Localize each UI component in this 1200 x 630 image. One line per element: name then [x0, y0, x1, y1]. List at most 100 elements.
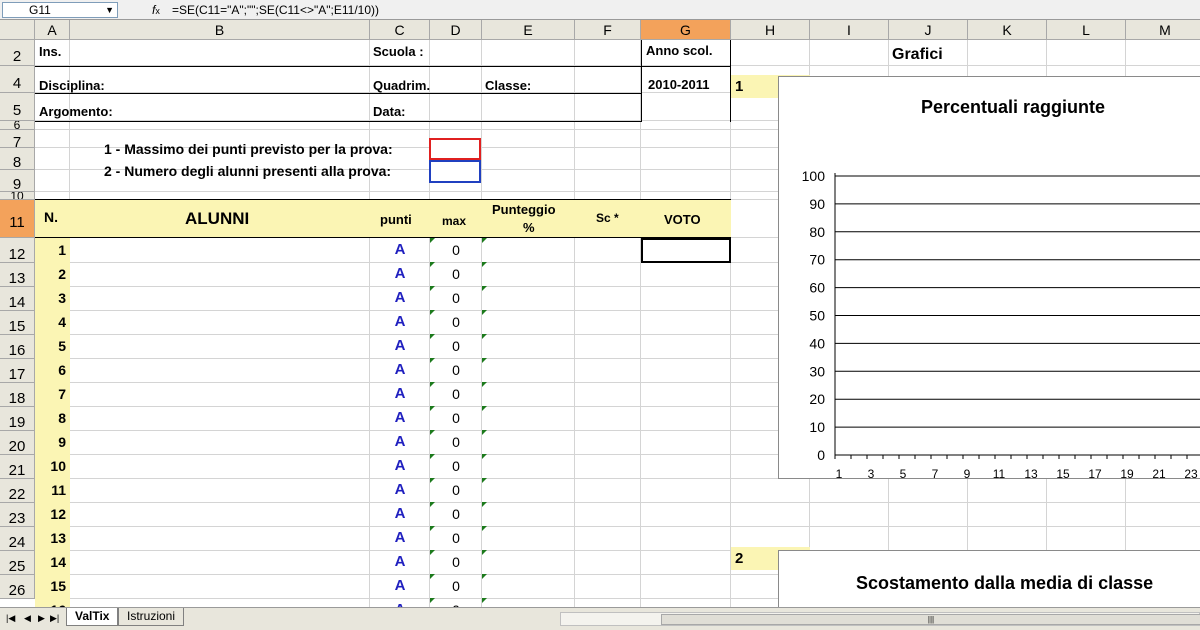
row-header[interactable]: 2 [0, 40, 35, 66]
row-header[interactable]: 8 [0, 148, 35, 170]
row-header[interactable]: 5 [0, 93, 35, 121]
column-header[interactable]: F [575, 20, 641, 40]
comment-indicator-icon [430, 310, 435, 315]
chevron-down-icon[interactable]: ▼ [105, 3, 114, 17]
punti-cell[interactable]: A [370, 454, 430, 478]
punti-cell[interactable]: A [370, 406, 430, 430]
max-cell: 0 [452, 434, 460, 450]
spreadsheet-grid[interactable]: ABCDEFGHIJKLM 2 4 5 6 7 8 9 10 11 12 13 14 15 16 17 18 1… [0, 20, 1200, 607]
punti-cell[interactable]: A [370, 478, 430, 502]
column-header[interactable]: I [810, 20, 889, 40]
tab-valtix[interactable]: ValTix [66, 608, 119, 626]
row-header[interactable]: 10 [0, 192, 35, 200]
row-header[interactable]: 15 [0, 311, 35, 335]
column-header[interactable]: K [968, 20, 1047, 40]
scrollbar-thumb[interactable]: ||| [661, 614, 1200, 625]
numero-input[interactable] [429, 160, 481, 183]
grafici-label: Grafici [892, 46, 943, 63]
column-header[interactable]: M [1126, 20, 1200, 40]
column-header[interactable]: G [641, 20, 731, 40]
comment-indicator-icon [430, 406, 435, 411]
max-cell: 0 [452, 290, 460, 306]
column-header[interactable]: D [430, 20, 482, 40]
student-number: 12 [35, 502, 70, 526]
name-box[interactable]: G11 ▼ [2, 2, 118, 18]
student-number: 7 [35, 382, 70, 406]
row-header[interactable]: 24 [0, 527, 35, 551]
row-header[interactable]: 12 [0, 238, 35, 263]
punti-cell[interactable]: A [370, 358, 430, 382]
chart-percentuali[interactable]: Percentuali raggiunte 0 10 20 30 40 50 60 70 80 9… [778, 76, 1200, 480]
next-sheet-icon[interactable]: ▶ [38, 613, 45, 624]
column-header[interactable]: H [731, 20, 810, 40]
row-header[interactable]: 7 [0, 130, 35, 148]
row-header[interactable]: 13 [0, 263, 35, 287]
max-cell: 0 [452, 386, 460, 402]
formula-bar: G11 ▼ fx =SE(C11="A";"";SE(C11<>"A";E11/… [0, 0, 1200, 20]
row-header[interactable]: 11 [0, 200, 35, 238]
chart-scostamento[interactable]: Scostamento dalla media di classe [778, 550, 1200, 607]
row-header[interactable]: 17 [0, 359, 35, 383]
column-header[interactable]: C [370, 20, 430, 40]
first-sheet-icon[interactable]: |◀ [6, 613, 15, 624]
punti-cell[interactable]: A [370, 430, 430, 454]
student-number: 9 [35, 430, 70, 454]
punti-cell[interactable]: A [370, 262, 430, 286]
last-sheet-icon[interactable]: ▶| [50, 613, 59, 624]
comment-indicator-icon [430, 550, 435, 555]
row-header[interactable]: 18 [0, 383, 35, 407]
header-voto: VOTO [664, 212, 701, 227]
x-tick-label: 7 [932, 467, 939, 480]
massimo-input[interactable] [429, 138, 481, 160]
punti-cell[interactable]: A [370, 550, 430, 574]
row-header[interactable]: 16 [0, 335, 35, 359]
row-header[interactable]: 6 [0, 121, 35, 130]
y-tick-label: 70 [809, 252, 825, 268]
row-header[interactable]: 25 [0, 551, 35, 575]
comment-indicator-icon [482, 526, 487, 531]
formula-input[interactable]: =SE(C11="A";"";SE(C11<>"A";E11/10)) [172, 2, 379, 18]
horizontal-scrollbar[interactable]: ||| [560, 612, 1200, 626]
ins-label: Ins. [39, 44, 62, 59]
row-header[interactable]: 22 [0, 479, 35, 503]
y-tick-label: 10 [809, 419, 825, 435]
punti-cell[interactable]: A [370, 382, 430, 406]
punti-cell[interactable]: A [370, 526, 430, 550]
row-header[interactable]: 21 [0, 455, 35, 479]
column-header[interactable]: E [482, 20, 575, 40]
punti-cell[interactable]: A [370, 238, 430, 262]
column-header[interactable]: A [35, 20, 70, 40]
column-header[interactable]: B [70, 20, 370, 40]
punti-cell[interactable]: A [370, 334, 430, 358]
scuola-label: Scuola : [373, 44, 424, 59]
punti-cell[interactable]: A [370, 598, 430, 607]
row-header[interactable]: 26 [0, 575, 35, 599]
row-header[interactable]: 20 [0, 431, 35, 455]
y-tick-label: 40 [809, 335, 825, 351]
header-max: max [442, 214, 467, 228]
student-number: 8 [35, 406, 70, 430]
comment-indicator-icon [482, 406, 487, 411]
selected-cell-g11[interactable] [641, 238, 731, 263]
prev-sheet-icon[interactable]: ◀ [24, 613, 31, 624]
max-cell: 0 [430, 598, 482, 607]
x-tick-label: 1 [836, 467, 843, 480]
column-header[interactable]: L [1047, 20, 1126, 40]
comment-indicator-icon [430, 286, 435, 291]
column-header[interactable]: J [889, 20, 968, 40]
row-header[interactable]: 9 [0, 170, 35, 192]
comment-indicator-icon [482, 502, 487, 507]
select-all-corner[interactable] [0, 20, 35, 40]
row-header[interactable]: 19 [0, 407, 35, 431]
punti-cell[interactable]: A [370, 286, 430, 310]
punti-cell[interactable]: A [370, 310, 430, 334]
function-icon[interactable]: fx [152, 2, 160, 19]
comment-indicator-icon [430, 382, 435, 387]
punti-cell[interactable]: A [370, 502, 430, 526]
tab-istruzioni[interactable]: Istruzioni [118, 608, 185, 626]
row-header[interactable]: 14 [0, 287, 35, 311]
punti-cell[interactable]: A [370, 574, 430, 598]
row-header[interactable]: 4 [0, 66, 35, 93]
row-header[interactable]: 23 [0, 503, 35, 527]
y-tick-label: 100 [802, 168, 826, 184]
